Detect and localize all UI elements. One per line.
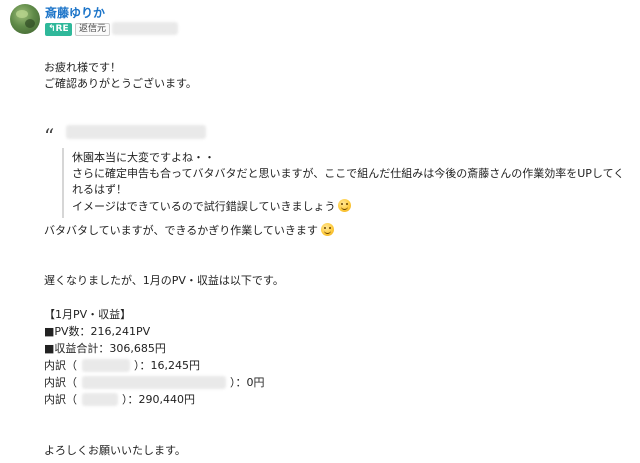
- quote-mark-icon: “: [44, 124, 55, 148]
- breakdown-label-3: 内訳（: [44, 393, 77, 406]
- reply-line: バタバタしていますが、できるかぎり作業していきます: [44, 223, 334, 237]
- thanks-text: ご確認ありがとうございます。: [44, 77, 197, 90]
- reply-badge: ↰RE: [45, 23, 72, 36]
- redacted-breakdown-3: [82, 393, 118, 406]
- sender-name[interactable]: 斎藤ゆりか: [45, 4, 105, 21]
- closing-text: よろしくお願いいたします。: [44, 444, 186, 457]
- redacted-recipient: [112, 22, 178, 35]
- quote-line-4-text: イメージはできているので試行錯誤していきましょう: [72, 200, 336, 213]
- breakdown-label-2: 内訳（: [44, 376, 77, 389]
- redacted-quote-author: [66, 125, 206, 139]
- quote-bar: [62, 148, 64, 218]
- quote-line-3: れるはず！: [72, 183, 127, 196]
- reply-source-tag[interactable]: 返信元: [75, 23, 111, 36]
- smiling-face-icon: [320, 223, 334, 236]
- redacted-breakdown-1: [82, 359, 130, 372]
- grinning-face-icon: [338, 199, 352, 212]
- redacted-breakdown-2: [82, 376, 226, 389]
- quote-line-1: 休園本当に大変ですよね・・: [72, 151, 215, 164]
- breakdown-label-1: 内訳（: [44, 359, 77, 372]
- revenue-total: ■収益合計：306,685円: [44, 342, 166, 355]
- report-title: 【1月PV・収益】: [44, 308, 132, 321]
- avatar[interactable]: [10, 4, 40, 34]
- greeting-text: お疲れ様です！: [44, 61, 121, 74]
- report-intro: 遅くなりましたが、1月のPV・収益は以下です。: [44, 274, 284, 287]
- breakdown-value-2: ）：0円: [230, 376, 265, 389]
- quote-line-4: イメージはできているので試行錯誤していきましょう: [72, 199, 352, 213]
- breakdown-value-1: ）：16,245円: [134, 359, 200, 372]
- breakdown-value-3: ）：290,440円: [122, 393, 195, 406]
- pv-count: ■PV数：216,241PV: [44, 325, 151, 338]
- quote-line-2: さらに確定申告も合ってバタバタだと思いますが、ここで組んだ仕組みは今後の斎藤さん…: [72, 167, 625, 180]
- reply-line-text: バタバタしていますが、できるかぎり作業していきます: [44, 224, 318, 237]
